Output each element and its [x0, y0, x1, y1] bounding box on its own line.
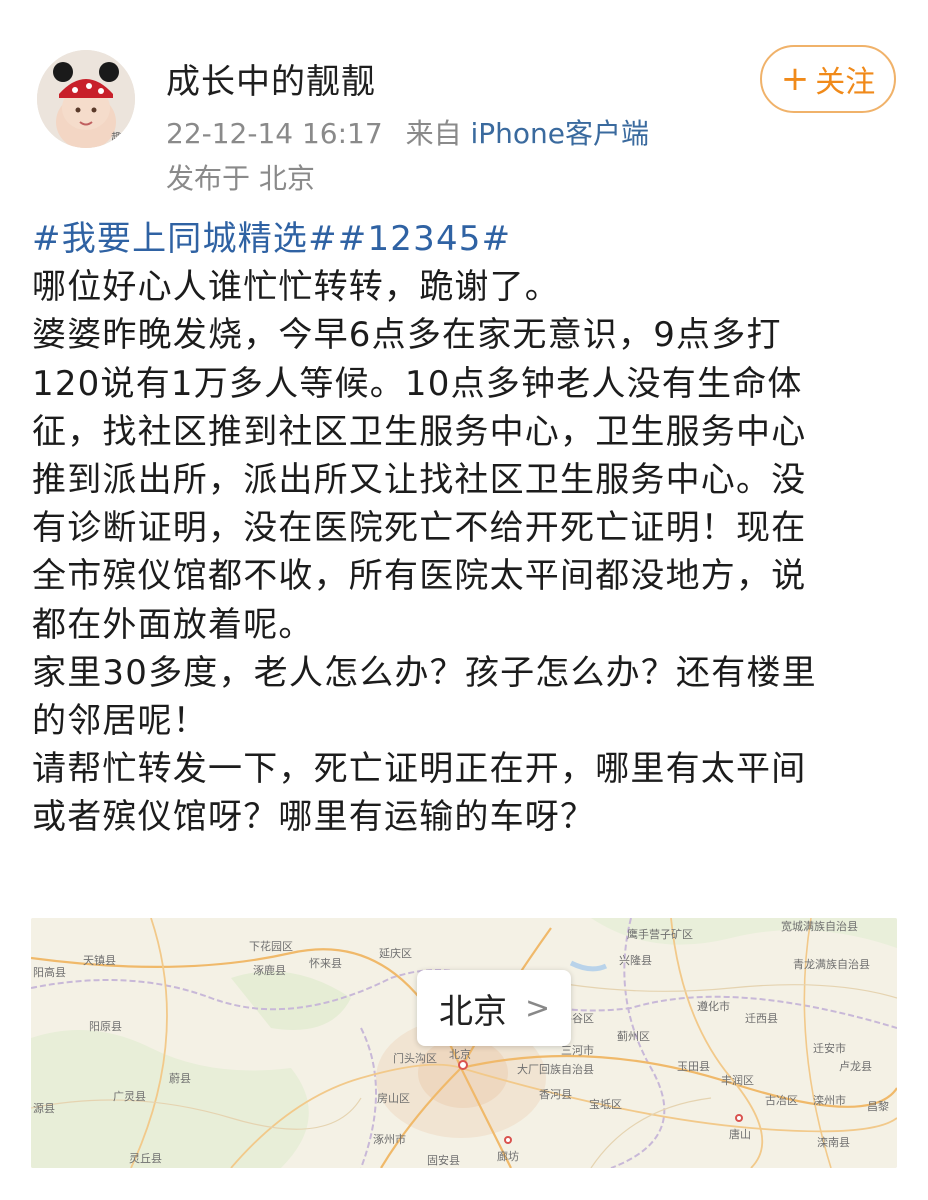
post-line: 全市殡仪馆都不收，所有医院太平间都没地方，说: [32, 556, 807, 597]
post-line: 婆婆昨晚发烧，今早6点多在家无意识，9点多打: [32, 315, 782, 356]
post-header: 趣 成长中的靓靓 22-12-14 16:17 来自 iPhone客户端 发布于…: [0, 0, 928, 210]
svg-text:趣: 趣: [111, 130, 123, 145]
author-name[interactable]: 成长中的靓靓: [166, 54, 376, 103]
map-place: 蔚县: [169, 1072, 191, 1085]
map-place: 廊坊: [497, 1150, 519, 1163]
post-line: 哪位好心人谁忙忙转转，跪谢了。: [32, 267, 560, 308]
map-place: 滦州市: [813, 1094, 846, 1107]
plus-icon: +: [780, 59, 810, 99]
post-timestamp: 22-12-14 16:17: [166, 117, 383, 150]
post-line: 都在外面放着呢。: [32, 604, 314, 645]
map-place: 蓟州区: [617, 1030, 650, 1043]
map-place: 迁安市: [813, 1042, 846, 1055]
map-place: 鹰手营子矿区: [627, 928, 693, 941]
map-place: 门头沟区: [393, 1052, 437, 1065]
avatar-image: 趣: [37, 50, 135, 148]
post-line: 的邻居呢！: [32, 701, 208, 742]
map-place: 遵化市: [697, 1000, 730, 1013]
chevron-right-icon: >: [525, 990, 551, 1026]
location-map[interactable]: 下花园区 怀来县 延庆区 天镇县 阳高县 涿鹿县 阳原县 门头沟区 北京 房山区…: [31, 918, 897, 1168]
follow-button[interactable]: + 关注: [760, 45, 896, 113]
map-place: 宝坻区: [589, 1098, 622, 1111]
map-place: 大厂回族自治县: [517, 1063, 594, 1076]
map-place: 涿鹿县: [253, 964, 286, 977]
map-place: 昌黎: [867, 1100, 889, 1113]
map-place: 涿州市: [373, 1133, 406, 1146]
map-place: 迁西县: [745, 1012, 778, 1025]
map-place: 阳原县: [89, 1020, 122, 1033]
map-place: 阳高县: [33, 966, 66, 979]
post-line: 或者殡仪馆呀？哪里有运输的车呀？: [32, 797, 596, 838]
map-place: 固安县: [427, 1154, 460, 1167]
map-place: 天镇县: [83, 954, 116, 967]
post-line: 家里30多度，老人怎么办？孩子怎么办？还有楼里: [32, 652, 817, 693]
post-body: #我要上同城精选##12345# 哪位好心人谁忙忙转转，跪谢了。 婆婆昨晚发烧，…: [32, 215, 902, 842]
map-location-callout[interactable]: 北京 >: [417, 970, 571, 1046]
map-place: 下花园区: [249, 940, 293, 953]
map-place: 香河县: [539, 1088, 572, 1101]
follow-label: 关注: [815, 65, 876, 100]
from-label: 来自: [405, 117, 462, 150]
topic-tags[interactable]: #我要上同城精选##12345#: [32, 215, 902, 263]
map-place: 兴隆县: [619, 954, 652, 967]
map-place: 延庆区: [379, 947, 412, 960]
avatar[interactable]: 趣: [37, 50, 135, 148]
map-place: 玉田县: [677, 1060, 710, 1073]
map-place: 丰润区: [721, 1074, 754, 1087]
post-line: 请帮忙转发一下，死亡证明正在开，哪里有太平间: [32, 749, 807, 790]
map-place: 房山区: [377, 1092, 410, 1105]
map-place: 青龙满族自治县: [793, 958, 870, 971]
post-location: 发布于 北京: [166, 162, 315, 195]
map-place: 滦南县: [817, 1136, 850, 1149]
post-meta: 22-12-14 16:17 来自 iPhone客户端: [166, 112, 649, 152]
map-place: 古冶区: [765, 1094, 798, 1107]
map-place: 卢龙县: [839, 1060, 872, 1073]
callout-city-label: 北京: [439, 991, 507, 1032]
post-line: 有诊断证明，没在医院死亡不给开死亡证明！现在: [32, 508, 807, 549]
post-line: 推到派出所，派出所又让找社区卫生服务中心。没: [32, 460, 807, 501]
post-line: 征，找社区推到社区卫生服务中心，卫生服务中心: [32, 411, 807, 452]
map-place: 灵丘县: [129, 1152, 162, 1165]
map-place: 宽城满族自治县: [781, 920, 858, 933]
map-place: 广灵县: [113, 1090, 146, 1103]
post-source[interactable]: iPhone客户端: [471, 117, 650, 150]
post-line: 120说有1万多人等候。10点多钟老人没有生命体: [32, 363, 803, 404]
map-place: 唐山: [729, 1128, 751, 1141]
map-place: 怀来县: [309, 957, 342, 970]
map-place: 北京: [449, 1048, 471, 1061]
map-place: 源县: [33, 1102, 55, 1115]
